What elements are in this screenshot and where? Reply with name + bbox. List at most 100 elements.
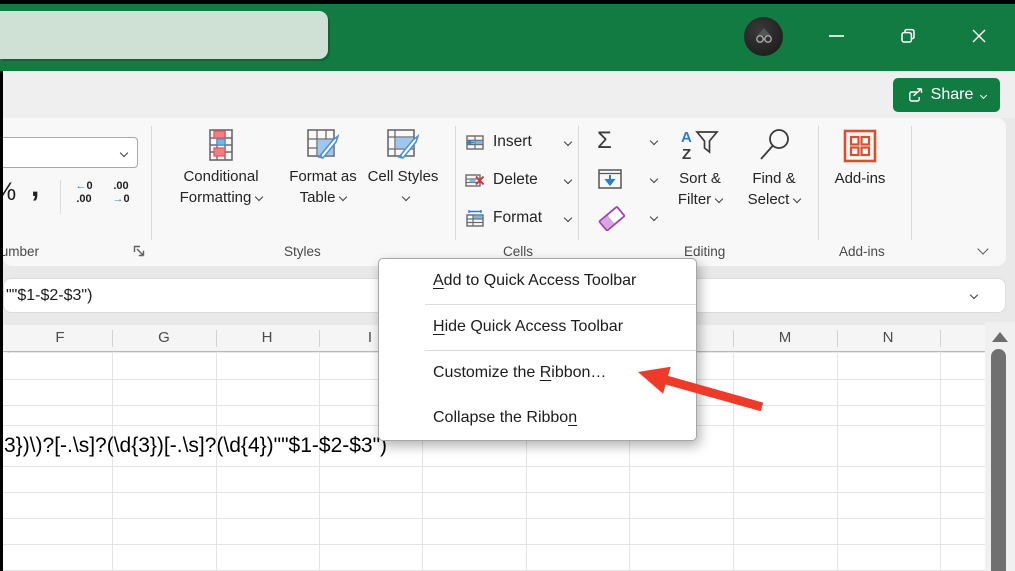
cells-group-label: Cells [503, 244, 533, 259]
restore-icon [900, 28, 916, 44]
gridline [837, 353, 838, 571]
decrease-decimal-button[interactable]: .00 →0 [104, 180, 138, 206]
group-separator [911, 126, 912, 240]
fill-button[interactable] [597, 166, 659, 192]
header-separator [112, 330, 113, 347]
chevron-down-icon [650, 213, 658, 221]
share-label: Share [931, 86, 974, 104]
header-separator [940, 330, 941, 347]
combobox-chevron-down-icon [120, 149, 128, 157]
left-arrow-glyph: ← [75, 180, 86, 192]
share-icon [907, 87, 924, 103]
eraser-icon [597, 203, 627, 231]
excel-window: Share % , ←0 .00 .00 →0 Number [0, 0, 1015, 571]
svg-text:A: A [681, 129, 692, 146]
titlebar [0, 0, 1015, 71]
column-header-f[interactable]: F [55, 329, 64, 346]
insert-cells-icon [465, 133, 485, 152]
gridline [940, 353, 941, 571]
share-chevron-down-icon [980, 91, 987, 98]
formula-text: ""$1-$2-$3") [6, 287, 92, 305]
increase-decimal-button[interactable]: ←0 .00 [67, 180, 101, 206]
minimize-icon [829, 34, 844, 38]
chevron-down-icon [255, 193, 263, 201]
column-header-m[interactable]: M [779, 329, 792, 346]
chevron-down-icon [650, 175, 658, 183]
format-as-table-icon [305, 128, 341, 162]
column-header-i[interactable]: I [368, 329, 372, 346]
insert-cells-button[interactable]: Insert [465, 130, 575, 154]
column-header-h[interactable]: H [262, 329, 273, 346]
styles-group-label: Styles [284, 244, 321, 259]
screen-edge-top [0, 0, 1015, 4]
format-cells-button[interactable]: Format [465, 206, 575, 230]
gridline [3, 466, 985, 467]
vertical-scrollbar[interactable] [985, 322, 1015, 571]
sort-filter-button[interactable]: A Z Sort & Filter [667, 128, 733, 210]
chevron-down-icon [715, 195, 723, 203]
chevron-down-icon [650, 137, 658, 145]
conditional-formatting-icon [204, 128, 238, 162]
group-separator [818, 126, 819, 240]
header-separator [733, 330, 734, 347]
small-separator [60, 180, 61, 214]
find-select-button[interactable]: Find & Select [739, 128, 809, 210]
svg-text:Z: Z [682, 146, 691, 163]
group-separator [578, 126, 579, 240]
number-format-combobox[interactable] [0, 137, 138, 168]
expand-formula-bar-chevron-icon[interactable] [970, 291, 978, 299]
addins-group-label: Add-ins [839, 244, 885, 259]
editing-group-label: Editing [684, 244, 725, 259]
delete-cells-button[interactable]: Delete [465, 168, 575, 192]
comma-style-button[interactable]: , [31, 170, 39, 204]
sort-filter-icon: A Z [679, 128, 721, 164]
gridline [3, 544, 985, 545]
conditional-formatting-button[interactable]: Conditional Formatting [165, 128, 277, 208]
group-separator [455, 126, 456, 240]
cell-styles-icon [385, 128, 421, 162]
menu-item-add-to-qat[interactable]: Add to Quick Access Toolbar [379, 259, 696, 304]
find-select-icon [754, 128, 794, 164]
header-separator [319, 330, 320, 347]
screen-edge-left [0, 71, 3, 571]
group-separator [151, 126, 152, 240]
gridline [3, 492, 985, 493]
scroll-up-arrow-icon[interactable] [992, 332, 1008, 342]
format-as-table-button[interactable]: Format as Table [275, 128, 371, 208]
minimize-button[interactable] [821, 22, 851, 50]
ribbon-tab-band: Share [0, 71, 1015, 118]
chevron-down-icon [339, 193, 347, 201]
gridline [112, 353, 113, 571]
chevron-down-icon [401, 193, 409, 201]
delete-cells-icon [465, 171, 485, 190]
sigma-icon: Σ [597, 129, 612, 153]
autosum-button[interactable]: Σ [597, 128, 659, 154]
format-cells-icon [465, 209, 485, 228]
chevron-down-icon [564, 214, 572, 222]
header-separator [837, 330, 838, 347]
fill-down-icon [597, 168, 623, 190]
menu-item-customize-ribbon[interactable]: Customize the Ribbon… [379, 351, 696, 396]
gridline [733, 353, 734, 571]
menu-item-hide-qat[interactable]: Hide Quick Access Toolbar [379, 305, 696, 350]
column-header-n[interactable]: N [883, 329, 894, 346]
menu-item-collapse-ribbon[interactable]: Collapse the Ribbon [379, 395, 696, 440]
cell-formula-text: 3})\)?[-.\s]?(\d{3})[-.\s]?(\d{4})""$1-$… [4, 434, 387, 458]
restore-button[interactable] [893, 22, 923, 50]
chevron-down-icon [977, 243, 988, 254]
share-button[interactable]: Share [893, 78, 1000, 112]
ribbon-display-options-button[interactable] [974, 242, 987, 260]
clear-button[interactable] [597, 204, 659, 230]
chevron-down-icon [793, 195, 801, 203]
chevron-down-icon [564, 176, 572, 184]
titlebar-search-box[interactable] [0, 11, 328, 59]
close-icon [972, 29, 986, 43]
column-header-g[interactable]: G [158, 329, 170, 346]
account-avatar[interactable] [744, 17, 783, 56]
close-button[interactable] [964, 22, 994, 50]
addins-button[interactable]: Add-ins [827, 128, 893, 189]
gridline [319, 353, 320, 571]
number-dialog-launcher-icon[interactable] [133, 245, 145, 257]
scrollbar-thumb[interactable] [991, 349, 1006, 571]
cell-styles-button[interactable]: Cell Styles [365, 128, 441, 208]
